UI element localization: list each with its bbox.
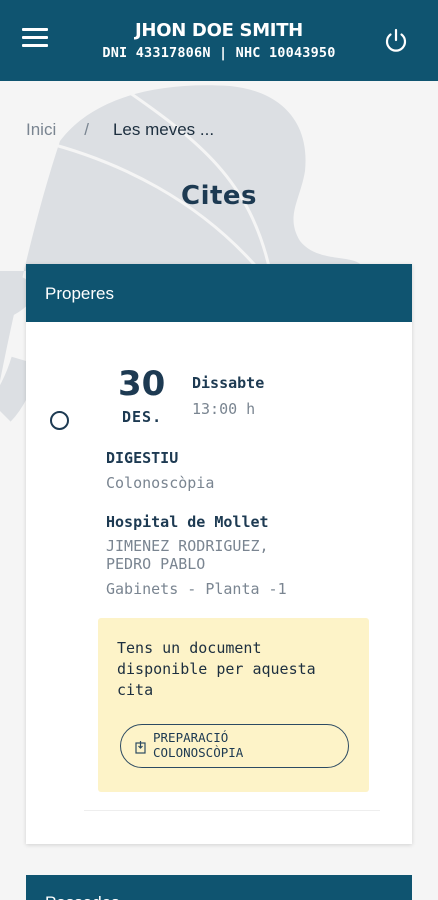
appointment-hospital: Hospital de Mollet [106, 513, 269, 531]
document-download-button[interactable]: PREPARACIÓ COLONOSCÒPIA [120, 724, 349, 768]
appointment-time: 13:00 h [192, 400, 256, 418]
appointment-day: 30 [118, 364, 166, 404]
document-icon [135, 741, 146, 754]
appointment-weekday: Dissabte [192, 374, 265, 392]
divider [84, 810, 380, 811]
document-button-label: PREPARACIÓ COLONOSCÒPIA [153, 730, 244, 760]
appointment-location: Gabinets - Planta -1 [106, 580, 287, 598]
breadcrumb-home-link[interactable]: Inici [26, 120, 56, 140]
appointment-service: DIGESTIU [106, 449, 179, 467]
past-section-header[interactable]: Passades [26, 875, 412, 900]
upcoming-section-header: Properes [26, 264, 412, 322]
appointment-doctor-line1: JIMENEZ RODRIGUEZ, [106, 537, 269, 555]
breadcrumb-separator: / [84, 120, 89, 139]
page-title: Cites [180, 181, 258, 211]
appointment-month: DES. [122, 408, 163, 426]
upcoming-appointments-card: Properes 30 DES. Dissabte 13:00 h DIGEST… [26, 264, 412, 844]
document-notice: Tens un document disponible per aquesta … [98, 618, 369, 792]
user-name: JHON DOE SMITH [135, 20, 303, 41]
power-icon [385, 28, 407, 52]
breadcrumb-current: Les meves ... [112, 120, 215, 139]
logout-button[interactable] [382, 27, 410, 55]
breadcrumb: Inici / Les meves ... [26, 120, 214, 140]
user-ids: DNI 43317806N | NHC 10043950 [102, 45, 336, 61]
appointment-doctor-line2: PEDRO PABLO [106, 555, 206, 573]
document-notice-text: Tens un document disponible per aquesta … [117, 639, 316, 699]
appointment-radio[interactable] [50, 411, 69, 430]
app-header: JHON DOE SMITH DNI 43317806N | NHC 10043… [0, 0, 438, 81]
appointment-procedure: Colonoscòpia [106, 474, 215, 492]
